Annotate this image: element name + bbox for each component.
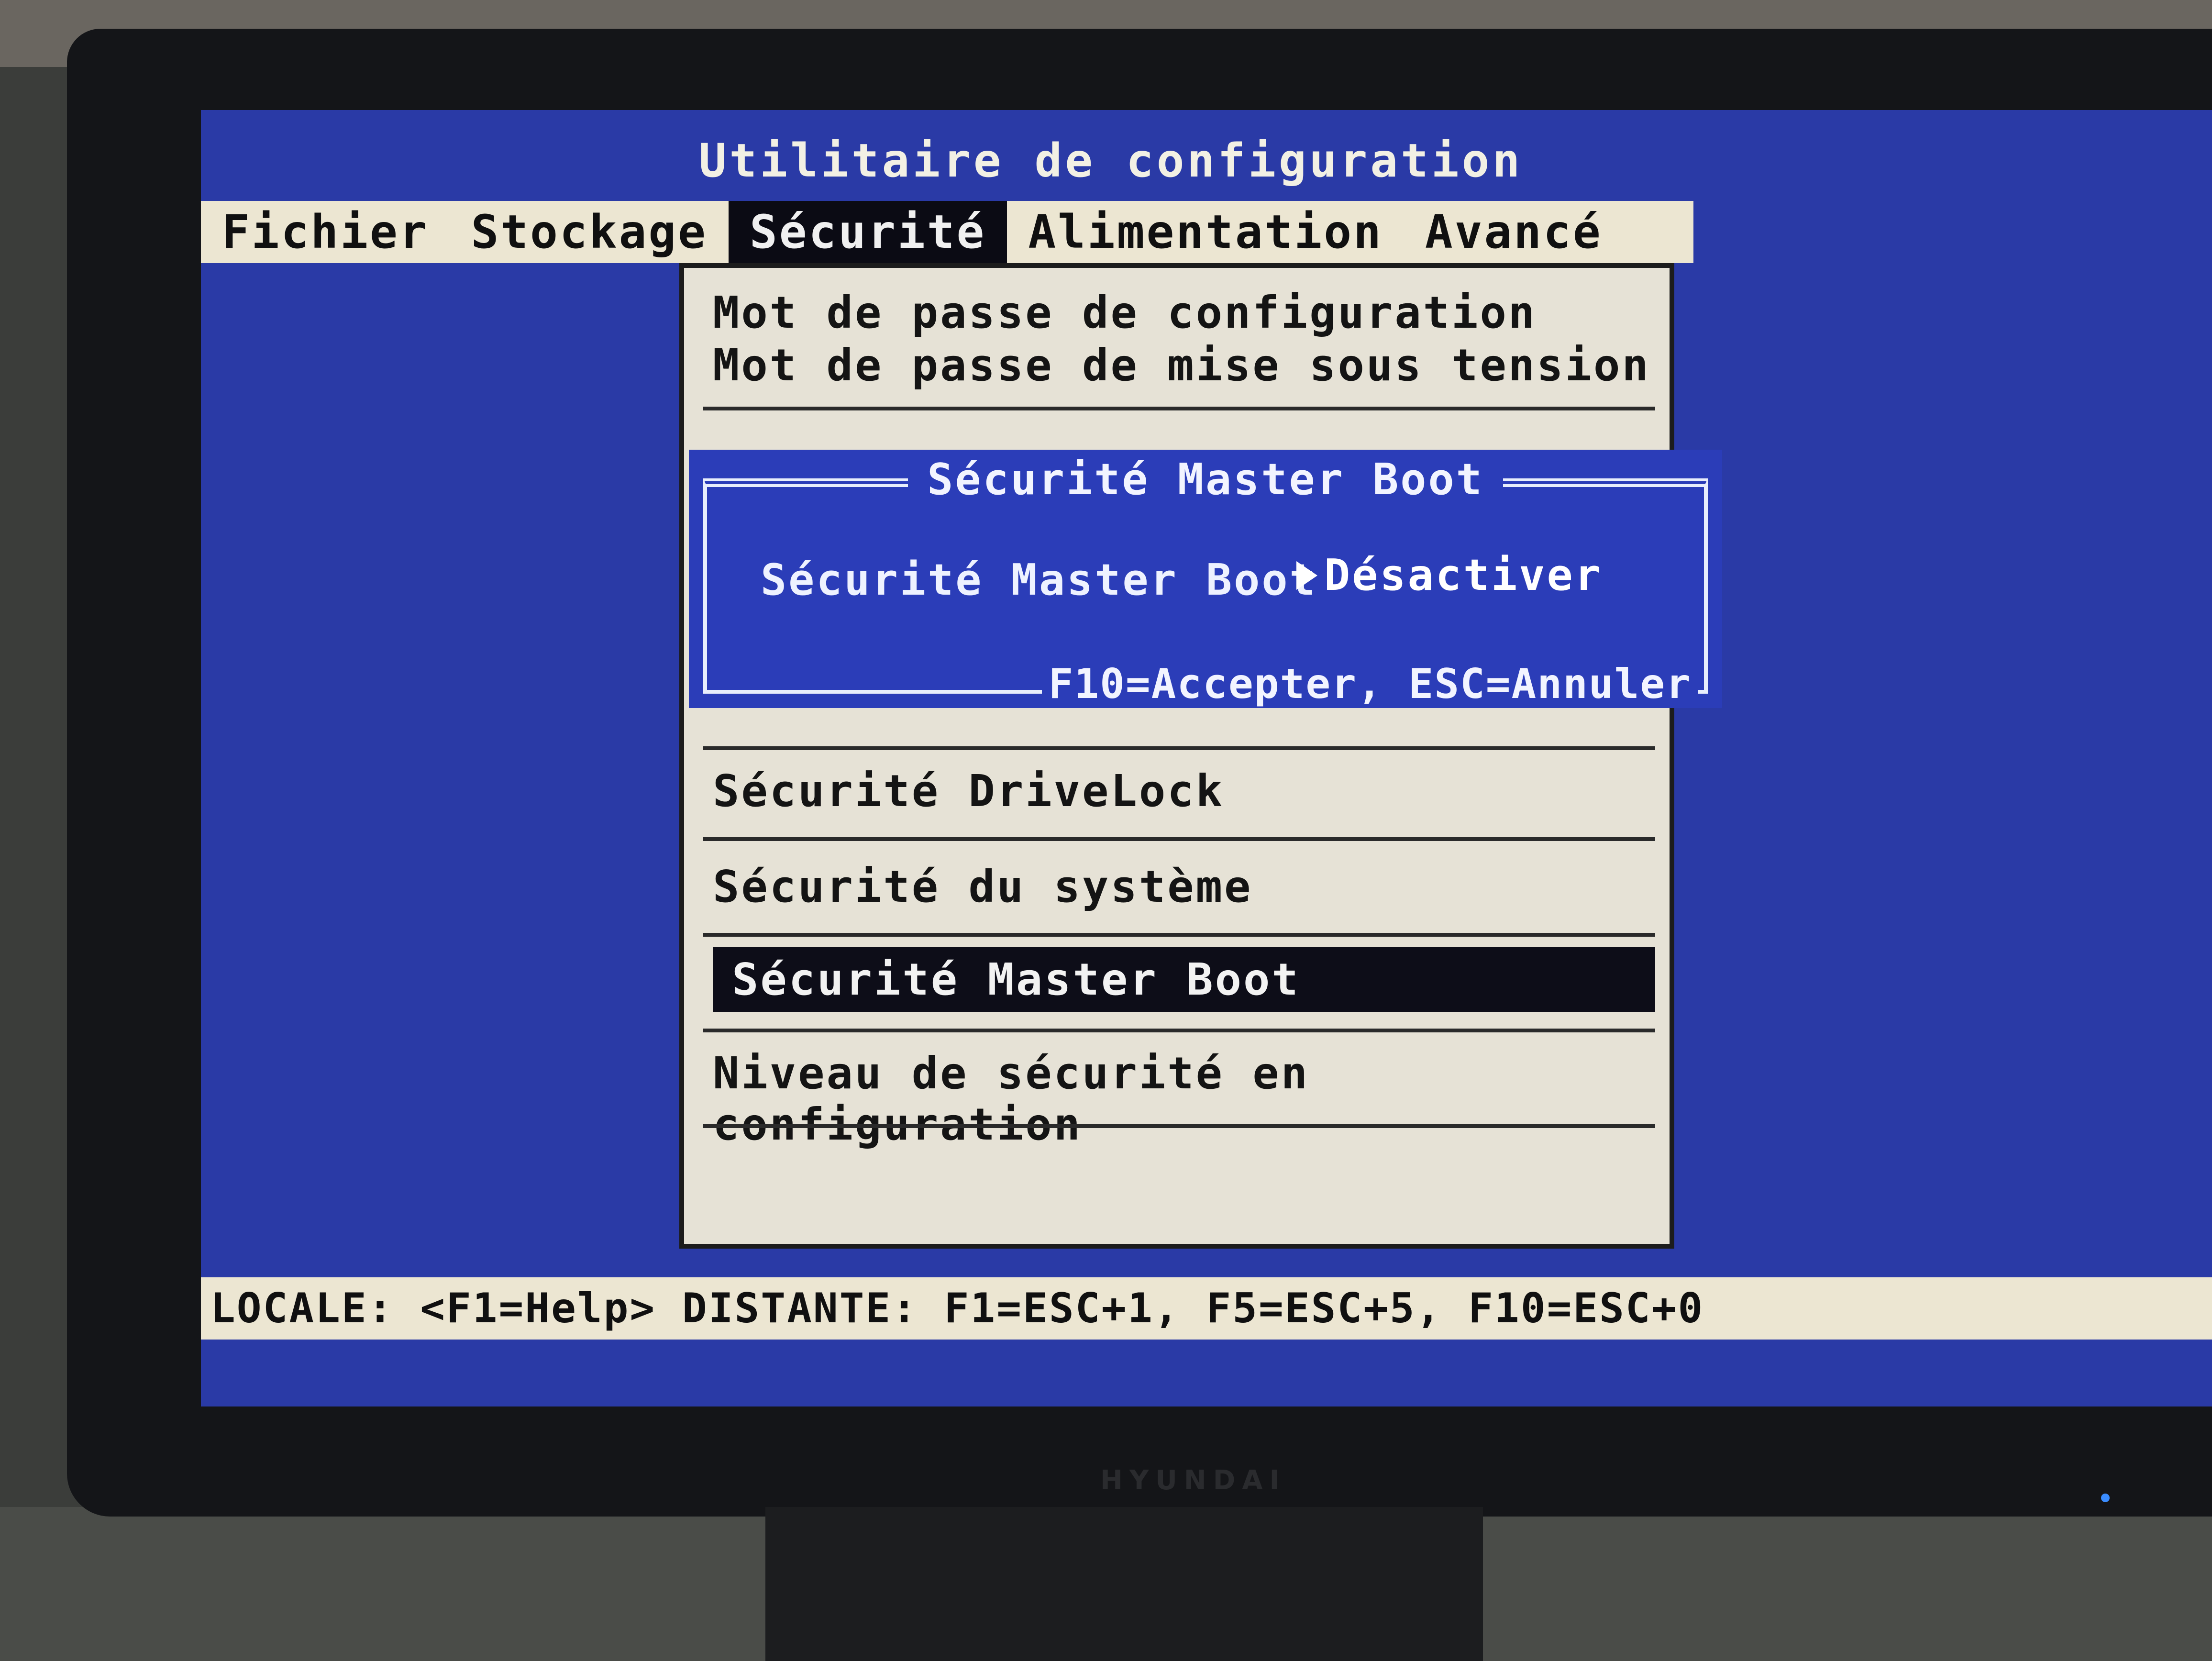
monitor-brand-logo: HYUNDAI	[1100, 1465, 1286, 1496]
menu-avance[interactable]: Avancé	[1404, 201, 1624, 263]
status-bar: LOCALE: <F1=Help> DISTANTE: F1=ESC+1, F5…	[201, 1277, 2212, 1340]
menu-separator	[703, 746, 1655, 750]
triangle-right-icon	[1296, 561, 1317, 590]
menu-separator	[703, 1124, 1655, 1128]
dialog-key-hints: F10=Accepter, ESC=Annuler	[1041, 660, 1698, 708]
dialog-footer-wrap: F10=Accepter, ESC=Annuler	[1041, 660, 1698, 708]
dialog-option-value-text: Désactiver	[1324, 550, 1603, 600]
dialog-option-label: Sécurité Master Boot	[761, 555, 1317, 605]
menu-separator	[703, 1029, 1655, 1032]
dialog-option-value[interactable]: Désactiver	[1296, 550, 1603, 600]
menu-alimentation[interactable]: Alimentation	[1007, 201, 1404, 263]
menu-stockage[interactable]: Stockage	[450, 201, 729, 263]
dialog-title: Sécurité Master Boot	[908, 454, 1503, 505]
menu-item-system-security[interactable]: Sécurité du système	[713, 861, 1655, 912]
menu-securite[interactable]: Sécurité	[728, 201, 1007, 263]
menu-item-drivelock[interactable]: Sécurité DriveLock	[713, 765, 1655, 817]
menu-bar: Fichier Stockage Sécurité Alimentation A…	[201, 201, 1693, 263]
menu-item-master-boot-security[interactable]: Sécurité Master Boot	[713, 947, 1655, 1012]
security-dropdown-menu: Mot de passe de configuration Mot de pas…	[679, 263, 1674, 1249]
menu-separator	[703, 933, 1655, 937]
dialog-title-wrap: Sécurité Master Boot	[689, 454, 1722, 505]
setup-utility-title: Utilitaire de configuration	[698, 134, 1523, 188]
menu-separator	[703, 837, 1655, 841]
bios-screen: Utilitaire de configuration Fichier Stoc…	[201, 110, 2212, 1406]
master-boot-dialog: Sécurité Master Boot Sécurité Master Boo…	[689, 450, 1722, 708]
menu-separator	[703, 407, 1655, 410]
menu-item-setup-security-level[interactable]: Niveau de sécurité en configuration	[713, 1048, 1655, 1150]
menu-item-poweron-password[interactable]: Mot de passe de mise sous tension	[713, 340, 1655, 391]
menu-fichier[interactable]: Fichier	[201, 201, 450, 263]
power-led-icon	[2101, 1494, 2110, 1502]
menu-item-setup-password[interactable]: Mot de passe de configuration	[713, 287, 1655, 338]
monitor-stand	[765, 1507, 1483, 1661]
